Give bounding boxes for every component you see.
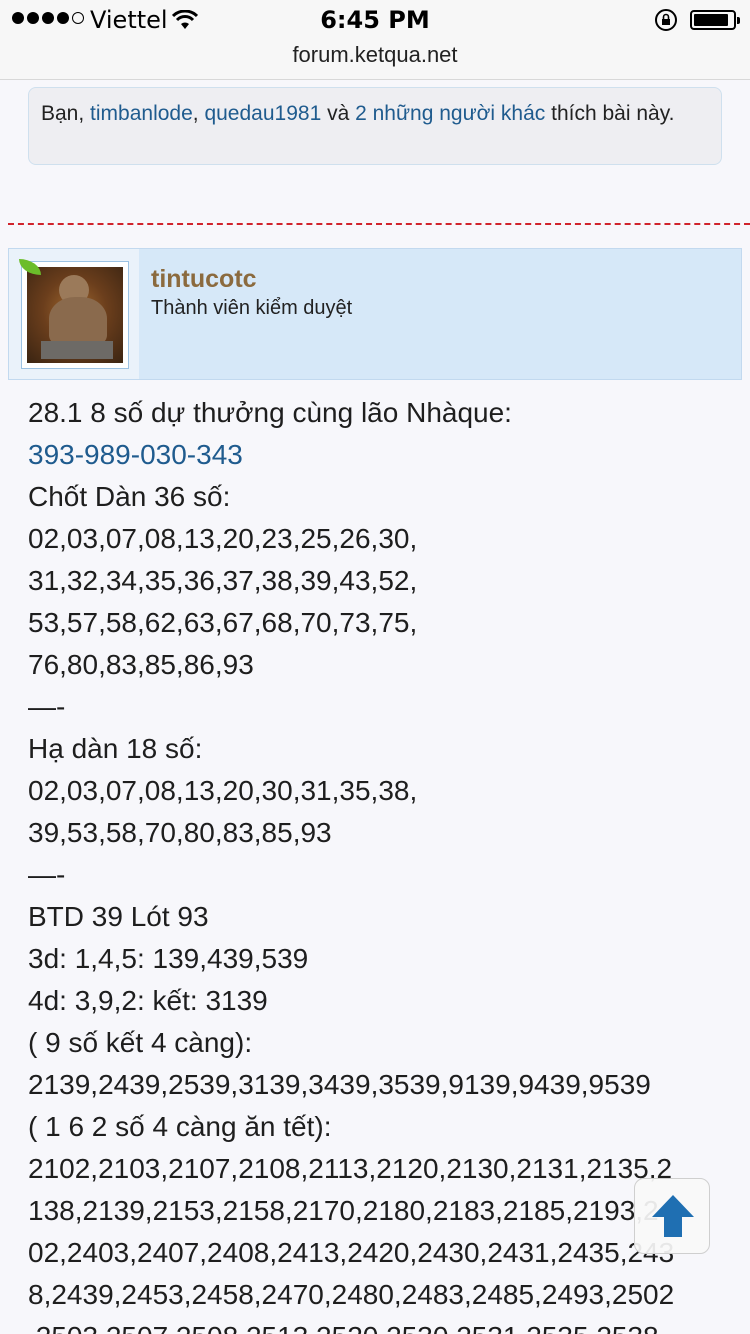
up-arrow-icon [652, 1195, 694, 1237]
likes-suffix: thích bài này. [545, 102, 675, 125]
post-line: 02,03,07,08,13,20,30,31,35,38, [28, 775, 418, 806]
likers-others-link[interactable]: 2 những người khác [355, 102, 545, 125]
post-line: ,2503,2507,2508,2513,2520,2530,2531,2535… [28, 1316, 750, 1334]
post-line: 39,53,58,70,80,83,85,93 [28, 817, 332, 848]
post-divider [8, 223, 750, 225]
post-line: 53,57,58,62,63,67,68,70,73,75, [28, 607, 418, 638]
avatar[interactable] [21, 261, 129, 369]
post-line: BTD 39 Lót 93 [28, 901, 209, 932]
likes-and: và [321, 102, 356, 125]
post-line: 76,80,83,85,86,93 [28, 649, 254, 680]
post-line: Hạ dàn 18 số: [28, 733, 203, 764]
post-line: 4d: 3,9,2: kết: 3139 [28, 985, 268, 1016]
post-line: 2139,2439,2539,3139,3439,3539,9139,9439,… [28, 1069, 651, 1100]
post-line: 8,2439,2453,2458,2470,2480,2483,2485,249… [28, 1279, 675, 1310]
post-number-link[interactable]: 393-989-030-343 [28, 434, 750, 476]
author-username[interactable]: tintucotc [151, 265, 257, 294]
likes-prefix: Bạn, [41, 102, 91, 125]
post-line: Chốt Dàn 36 số: [28, 481, 231, 512]
avatar-column [9, 249, 139, 379]
post-line: —- [28, 859, 66, 890]
avatar-image [27, 267, 123, 363]
likes-separator: , [192, 102, 205, 125]
scroll-to-top-button[interactable] [634, 1178, 710, 1254]
url-bar[interactable]: forum.ketqua.net [0, 40, 750, 80]
post-line: ( 9 số kết 4 càng): [28, 1027, 253, 1058]
post-line: 28.1 8 số dự thưởng cùng lão Nhàque: [28, 397, 512, 428]
author-title: Thành viên kiểm duyệt [151, 297, 353, 319]
post-line: 3d: 1,4,5: 139,439,539 [28, 943, 309, 974]
post-line: 02,03,07,08,13,20,23,25,26,30, [28, 523, 418, 554]
rotation-lock-icon [654, 8, 678, 38]
post-line: ( 1 6 2 số 4 càng ăn tết): [28, 1111, 332, 1142]
clock: 6:45 PM [320, 6, 430, 34]
likes-summary: Bạn, timbanlode, quedau1981 và 2 những n… [28, 87, 722, 165]
liker-link-1[interactable]: timbanlode [90, 102, 193, 125]
url-text: forum.ketqua.net [292, 42, 458, 67]
post-line: 31,32,34,35,36,37,38,39,43,52, [28, 565, 418, 596]
post-author-header: tintucotc Thành viên kiểm duyệt [8, 248, 742, 380]
battery-icon [690, 10, 740, 30]
post-line: —- [28, 691, 66, 722]
status-bar: Viettel 6:45 PM [0, 0, 750, 40]
liker-link-2[interactable]: quedau1981 [204, 102, 321, 125]
